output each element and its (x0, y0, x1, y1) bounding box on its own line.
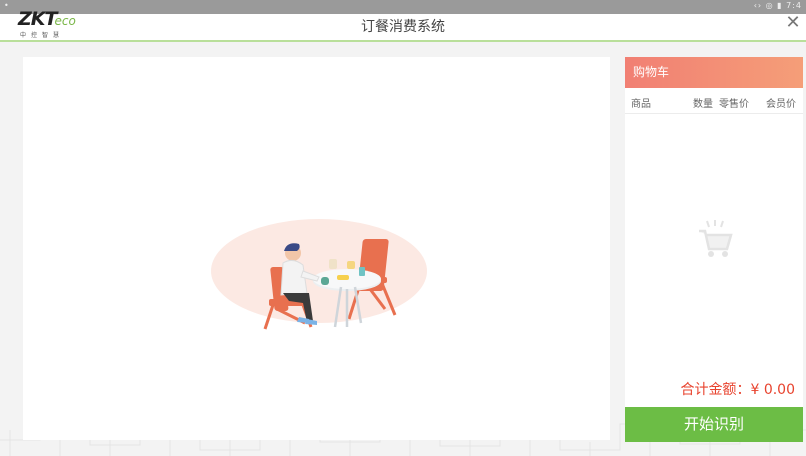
app-header: ZKTeco 中控智慧 订餐消费系统 ✕ (0, 8, 806, 42)
column-quantity: 数量 (693, 99, 713, 110)
total-value: ¥ 0.00 (750, 382, 795, 398)
column-retail-price: 零售价 (719, 99, 749, 110)
cart-empty-state (625, 115, 803, 365)
status-bar-icons: ‹› ◎ ▮ 7:4 (753, 1, 802, 10)
main-display-panel (23, 57, 610, 440)
column-member-price: 会员价 (766, 99, 796, 110)
page-title: 订餐消费系统 (361, 19, 445, 35)
column-goods: 商品 (631, 99, 651, 110)
start-recognition-button[interactable]: 开始识别 (625, 407, 803, 442)
dining-illustration (211, 219, 427, 330)
close-icon[interactable]: ✕ (784, 14, 802, 32)
cart-column-headers: 商品 数量 零售价 会员价 (625, 88, 803, 114)
cart-total: 合计金额：¥ 0.00 (625, 377, 803, 403)
cart-title: 购物车 (625, 57, 803, 88)
total-label: 合计金额： (680, 382, 751, 398)
status-bar-left: • (4, 1, 9, 10)
status-bar: • ‹› ◎ ▮ 7:4 (0, 0, 806, 14)
shopping-cart-panel: 购物车 商品 数量 零售价 会员价 合计金额：¥ 0.00 开始识别 (625, 57, 803, 442)
empty-cart-icon (699, 220, 733, 257)
